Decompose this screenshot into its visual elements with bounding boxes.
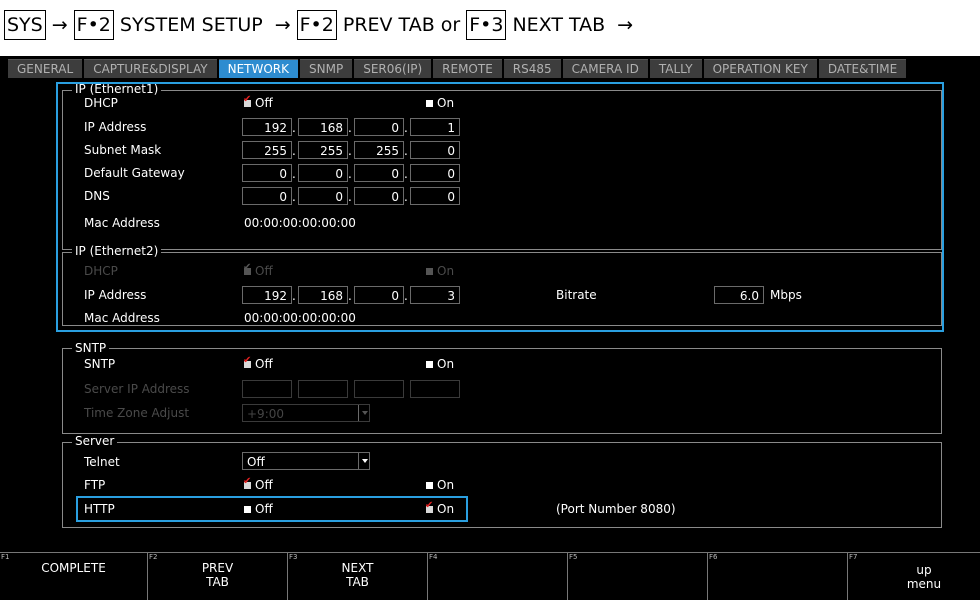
f2-key: F•2 <box>73 10 114 40</box>
navigation-caption: SYS → F•2 SYSTEM SETUP → F•2 PREV TAB or… <box>0 0 980 56</box>
checkbox-checked-icon <box>243 476 251 489</box>
sys-key: SYS <box>4 10 46 40</box>
sntp-off[interactable]: Off <box>243 355 273 372</box>
sntp-server-octet2 <box>298 380 348 398</box>
tab-remote[interactable]: REMOTE <box>433 59 502 78</box>
http-highlight <box>76 496 468 522</box>
arrow-icon: → <box>51 14 68 36</box>
sntp-group <box>62 348 942 434</box>
port-number-note: (Port Number 8080) <box>556 502 676 516</box>
server-title: Server <box>72 434 118 448</box>
chevron-down-icon <box>358 405 369 421</box>
f1-complete-button[interactable]: F1 COMPLETE <box>0 553 148 600</box>
f3-key: F•3 <box>466 10 507 40</box>
tab-snmp[interactable]: SNMP <box>300 59 353 78</box>
tab-camera-id[interactable]: CAMERA ID <box>562 59 648 78</box>
tab-rs485[interactable]: RS485 <box>503 59 561 78</box>
telnet-select[interactable]: Off <box>242 452 370 470</box>
tab-ser06[interactable]: SER06(IP) <box>354 59 432 78</box>
device-screen: GENERAL CAPTURE&DISPLAY NETWORK SNMP SER… <box>0 56 980 600</box>
chevron-down-icon <box>358 453 369 469</box>
sntp-on[interactable]: On <box>426 356 454 372</box>
f2-prev-tab-button[interactable]: F2 PREV TAB <box>148 553 288 600</box>
f7-up-menu-button[interactable]: F7 up menu <box>848 553 980 600</box>
sntp-title: SNTP <box>72 341 110 355</box>
timezone-select: +9:00 <box>242 404 370 422</box>
timezone-label: Time Zone Adjust <box>84 406 190 420</box>
tab-general[interactable]: GENERAL <box>8 59 83 78</box>
checkbox-icon <box>426 360 433 368</box>
function-key-bar: F1 COMPLETE F2 PREV TAB F3 NEXT TAB F4 F5 F… <box>0 552 980 600</box>
sntp-server-octet1 <box>242 380 292 398</box>
system-setup-text: SYSTEM SETUP <box>119 14 263 36</box>
f2-key: F•2 <box>296 10 337 40</box>
tab-operation-key[interactable]: OPERATION KEY <box>703 59 817 78</box>
arrow-icon: → <box>274 14 291 36</box>
sntp-label: SNTP <box>84 357 116 371</box>
tab-tally[interactable]: TALLY <box>649 59 702 78</box>
checkbox-checked-icon <box>243 355 251 368</box>
f4-button[interactable]: F4 <box>428 553 568 600</box>
f3-next-tab-button[interactable]: F3 NEXT TAB <box>288 553 428 600</box>
tab-network[interactable]: NETWORK <box>218 59 299 78</box>
f6-button[interactable]: F6 <box>708 553 848 600</box>
ftp-label: FTP <box>84 478 106 492</box>
sntp-server-octet3 <box>354 380 404 398</box>
ftp-off[interactable]: Off <box>243 476 273 493</box>
tab-date-time[interactable]: DATE&TIME <box>818 59 907 78</box>
telnet-label: Telnet <box>84 455 120 469</box>
ftp-on[interactable]: On <box>426 477 454 493</box>
prev-tab-text: PREV TAB or <box>342 14 461 36</box>
checkbox-icon <box>426 481 433 489</box>
tab-bar: GENERAL CAPTURE&DISPLAY NETWORK SNMP SER… <box>8 59 908 78</box>
arrow-icon: → <box>617 14 634 36</box>
next-tab-text: NEXT TAB <box>512 14 606 36</box>
ethernet-highlight <box>56 82 944 332</box>
f5-button[interactable]: F5 <box>568 553 708 600</box>
tab-capture-display[interactable]: CAPTURE&DISPLAY <box>84 59 217 78</box>
sntp-server-octet4 <box>410 380 460 398</box>
sntp-server-label: Server IP Address <box>84 382 190 396</box>
